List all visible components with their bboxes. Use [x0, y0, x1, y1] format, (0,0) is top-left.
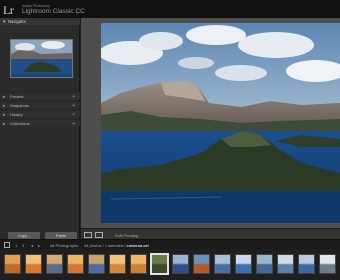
grid-view-icon[interactable] [4, 242, 10, 248]
copy-button[interactable]: Copy... [8, 232, 40, 239]
forward-arrow-icon[interactable]: ▸ [38, 243, 40, 248]
main-image-view [81, 18, 340, 228]
filmstrip [0, 249, 340, 280]
filmstrip-thumbnail[interactable] [277, 254, 294, 274]
filmstrip-thumbnail[interactable] [151, 254, 168, 274]
filmstrip-thumbnail[interactable] [298, 254, 315, 274]
panel-snapshots-label: Snapshots [10, 103, 29, 109]
expand-triangle-icon[interactable]: ▸ [3, 94, 5, 100]
panel-collections-label: Collections [10, 121, 30, 127]
navigator-header[interactable]: ▾ Navigator [0, 18, 80, 25]
main-photo[interactable] [101, 23, 340, 223]
selected-filename: crateroa.orf [126, 242, 149, 248]
loupe-view-icon[interactable] [84, 232, 92, 238]
app-name: Lightroom Classic CC [22, 8, 85, 15]
filmstrip-thumbnail[interactable] [172, 254, 189, 274]
back-arrow-icon[interactable]: ◂ [31, 243, 33, 248]
add-collection-icon[interactable]: + [72, 121, 75, 127]
navigator-preview-image [11, 40, 72, 77]
page-2[interactable]: 2 [22, 243, 24, 248]
filmstrip-thumbnail[interactable] [88, 254, 105, 274]
crater-lake-photo [101, 23, 340, 223]
expand-triangle-icon[interactable]: ▸ [3, 112, 5, 118]
clear-history-icon[interactable]: × [72, 112, 75, 118]
panel-collections[interactable]: ▸ Collections + [0, 119, 80, 127]
lightroom-logo: Lr [3, 3, 14, 17]
filmstrip-thumbnail[interactable] [130, 254, 147, 274]
toolbar: Soft Proofing [81, 228, 340, 239]
filmstrip-thumbnail[interactable] [4, 254, 21, 274]
panel-presets[interactable]: ▸ Presets + [0, 92, 80, 100]
soft-proofing-label[interactable]: Soft Proofing [115, 233, 138, 238]
collapse-triangle-icon[interactable]: ▾ [3, 19, 6, 25]
expand-triangle-icon[interactable]: ▸ [3, 103, 5, 109]
filmstrip-thumbnail[interactable] [46, 254, 63, 274]
page-1[interactable]: 1 [15, 243, 17, 248]
left-panel: ▾ Navigator ▸ Presets + ▸ Snapshots + ▸ … [0, 18, 80, 239]
filmstrip-thumbnail[interactable] [25, 254, 42, 274]
filmstrip-thumbnail[interactable] [109, 254, 126, 274]
add-snapshot-icon[interactable]: + [72, 103, 75, 109]
filmstrip-thumbnail[interactable] [214, 254, 231, 274]
filmstrip-bar: 1 2 ◂ ▸ All Photographs 44 photos / 1 se… [0, 239, 340, 249]
expand-triangle-icon[interactable]: ▸ [3, 121, 5, 127]
filmstrip-thumbnail[interactable] [193, 254, 210, 274]
panel-presets-label: Presets [10, 94, 24, 100]
filmstrip-thumbnail[interactable] [235, 254, 252, 274]
filmstrip-thumbnail[interactable] [67, 254, 84, 274]
navigator-label: Navigator [8, 19, 26, 25]
photo-count-label: 44 photos / 1 selected / crateroa.orf [84, 243, 149, 248]
panel-snapshots[interactable]: ▸ Snapshots + [0, 101, 80, 109]
photo-count: 44 photos / 1 selected / [84, 242, 126, 248]
filmstrip-thumbnail[interactable] [319, 254, 336, 274]
source-label[interactable]: All Photographs [50, 243, 78, 248]
filmstrip-thumbnail[interactable] [256, 254, 273, 274]
navigator-preview[interactable] [10, 39, 73, 78]
panel-history[interactable]: ▸ History × [0, 110, 80, 118]
add-preset-icon[interactable]: + [72, 94, 75, 100]
paste-button[interactable]: Paste [45, 232, 77, 239]
before-after-view-icon[interactable] [95, 232, 103, 238]
top-bar: Lr Adobe Photoshop Lightroom Classic CC [0, 0, 340, 18]
panel-history-label: History [10, 112, 23, 118]
